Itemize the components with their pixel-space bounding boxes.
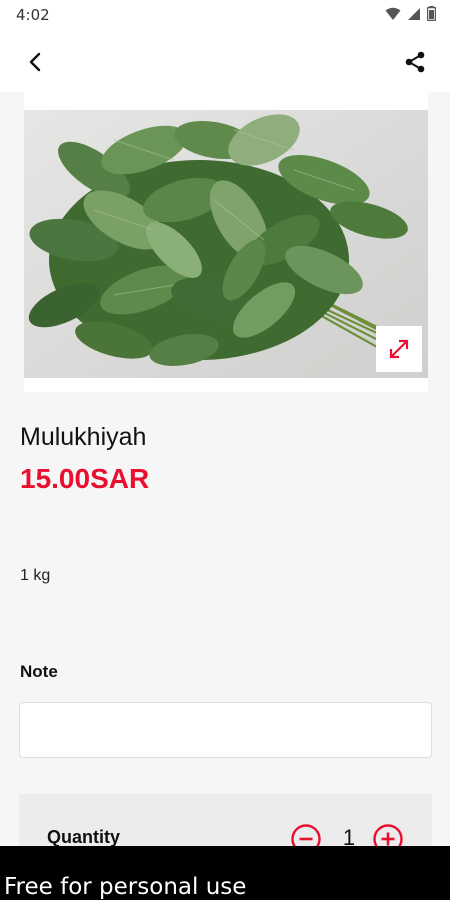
share-icon (405, 51, 425, 73)
watermark-text: Free for personal use (4, 874, 247, 900)
watermark-banner: Free for personal use (0, 846, 450, 900)
product-name: Mulukhiyah (20, 423, 147, 451)
wifi-icon (385, 7, 401, 20)
expand-icon (389, 339, 409, 359)
expand-image-button[interactable] (376, 326, 422, 372)
product-price: 15.00SAR (20, 463, 150, 494)
back-arrow-icon (29, 52, 41, 72)
back-button[interactable] (20, 47, 50, 77)
status-icons (385, 6, 436, 21)
leaves-illustration (24, 110, 428, 378)
status-bar: 4:02 (0, 0, 450, 30)
product-image[interactable] (24, 110, 428, 378)
quantity-label: Quantity (47, 827, 121, 847)
share-button[interactable] (400, 47, 430, 77)
note-label: Note (20, 662, 58, 681)
app-bar (0, 30, 450, 92)
product-unit: 1 kg (20, 567, 51, 584)
product-image-card (24, 92, 428, 392)
signal-icon (408, 7, 420, 20)
note-input[interactable] (19, 702, 432, 758)
status-time: 4:02 (16, 6, 50, 24)
battery-icon (427, 6, 436, 21)
